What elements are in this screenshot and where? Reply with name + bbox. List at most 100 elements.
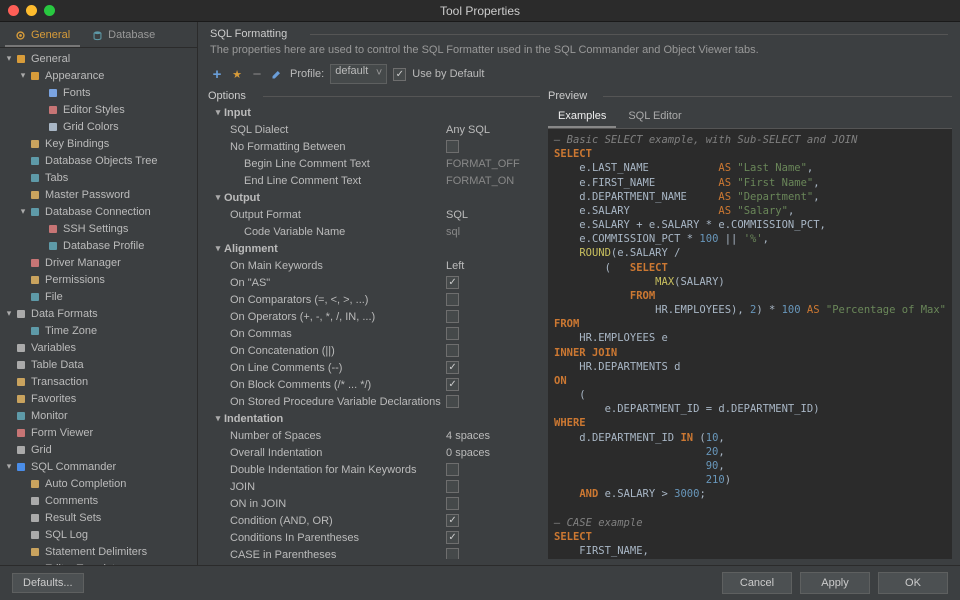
- option-value[interactable]: Left: [446, 260, 536, 272]
- option-checkbox[interactable]: [446, 140, 459, 153]
- tree-item[interactable]: Master Password: [0, 186, 197, 203]
- star-icon[interactable]: ★: [230, 67, 244, 81]
- option-checkbox[interactable]: [446, 480, 459, 493]
- option-value[interactable]: 0 spaces: [446, 447, 536, 459]
- tree-item[interactable]: Auto Completion: [0, 475, 197, 492]
- remove-icon[interactable]: −: [250, 67, 264, 81]
- option-row[interactable]: ON in JOIN: [208, 495, 540, 512]
- option-value[interactable]: FORMAT_ON: [446, 175, 536, 187]
- option-row[interactable]: End Line Comment TextFORMAT_ON: [208, 172, 540, 189]
- option-row[interactable]: SQL DialectAny SQL: [208, 121, 540, 138]
- option-row[interactable]: CASE in Parentheses: [208, 546, 540, 559]
- option-checkbox[interactable]: [446, 514, 459, 527]
- option-checkbox[interactable]: [446, 497, 459, 510]
- use-default-checkbox[interactable]: [393, 68, 406, 81]
- option-row[interactable]: Code Variable Namesql: [208, 223, 540, 240]
- minimize-icon[interactable]: [26, 5, 37, 16]
- option-row[interactable]: On Concatenation (||): [208, 342, 540, 359]
- cancel-button[interactable]: Cancel: [722, 572, 792, 594]
- settings-tree[interactable]: ▾General▾AppearanceFontsEditor StylesGri…: [0, 48, 197, 565]
- option-checkbox[interactable]: [446, 548, 459, 559]
- tree-item[interactable]: Grid Colors: [0, 118, 197, 135]
- tree-item[interactable]: Form Viewer: [0, 424, 197, 441]
- option-value[interactable]: Any SQL: [446, 124, 536, 136]
- profile-select[interactable]: default: [330, 64, 387, 84]
- tree-item[interactable]: Driver Manager: [0, 254, 197, 271]
- sql-preview[interactable]: — Basic SELECT example, with Sub-SELECT …: [548, 129, 952, 559]
- chevron-down-icon[interactable]: ▾: [212, 192, 224, 203]
- tree-item[interactable]: ▾General: [0, 50, 197, 67]
- tree-item[interactable]: Result Sets: [0, 509, 197, 526]
- option-row[interactable]: Condition (AND, OR): [208, 512, 540, 529]
- tree-item[interactable]: File: [0, 288, 197, 305]
- option-checkbox[interactable]: [446, 463, 459, 476]
- option-row[interactable]: On Comparators (=, <, >, ...): [208, 291, 540, 308]
- option-row[interactable]: ▾Output: [208, 189, 540, 206]
- option-row[interactable]: ▾Input: [208, 104, 540, 121]
- option-value[interactable]: SQL: [446, 209, 536, 221]
- chevron-down-icon[interactable]: ▾: [212, 413, 224, 424]
- tree-item[interactable]: Time Zone: [0, 322, 197, 339]
- option-row[interactable]: ▾Alignment: [208, 240, 540, 257]
- expand-arrow-icon[interactable]: ▾: [18, 70, 28, 81]
- close-icon[interactable]: [8, 5, 19, 16]
- tree-item[interactable]: Tabs: [0, 169, 197, 186]
- option-checkbox[interactable]: [446, 361, 459, 374]
- zoom-icon[interactable]: [44, 5, 55, 16]
- option-row[interactable]: No Formatting Between: [208, 138, 540, 155]
- option-row[interactable]: On Operators (+, -, *, /, IN, ...): [208, 308, 540, 325]
- tree-item[interactable]: Database Profile: [0, 237, 197, 254]
- add-icon[interactable]: +: [210, 67, 224, 81]
- tree-item[interactable]: ▾SQL Commander: [0, 458, 197, 475]
- chevron-down-icon[interactable]: ▾: [212, 107, 224, 118]
- defaults-button[interactable]: Defaults...: [12, 573, 84, 593]
- tree-item[interactable]: Transaction: [0, 373, 197, 390]
- tree-item[interactable]: Table Data: [0, 356, 197, 373]
- tree-item[interactable]: Monitor: [0, 407, 197, 424]
- option-row[interactable]: Conditions In Parentheses: [208, 529, 540, 546]
- option-row[interactable]: Begin Line Comment TextFORMAT_OFF: [208, 155, 540, 172]
- option-value[interactable]: sql: [446, 226, 536, 238]
- options-list[interactable]: ▾InputSQL DialectAny SQLNo Formatting Be…: [208, 104, 540, 559]
- option-checkbox[interactable]: [446, 276, 459, 289]
- option-checkbox[interactable]: [446, 293, 459, 306]
- tree-item[interactable]: Variables: [0, 339, 197, 356]
- option-row[interactable]: Number of Spaces4 spaces: [208, 427, 540, 444]
- edit-icon[interactable]: [270, 67, 284, 81]
- option-value[interactable]: 4 spaces: [446, 430, 536, 442]
- option-row[interactable]: On "AS": [208, 274, 540, 291]
- tree-item[interactable]: Statement Delimiters: [0, 543, 197, 560]
- option-checkbox[interactable]: [446, 310, 459, 323]
- tab-database[interactable]: Database: [82, 25, 165, 47]
- chevron-down-icon[interactable]: ▾: [212, 243, 224, 254]
- tree-item[interactable]: Comments: [0, 492, 197, 509]
- tree-item[interactable]: Favorites: [0, 390, 197, 407]
- option-row[interactable]: On Main KeywordsLeft: [208, 257, 540, 274]
- expand-arrow-icon[interactable]: ▾: [4, 461, 14, 472]
- tab-examples[interactable]: Examples: [548, 106, 616, 128]
- option-value[interactable]: FORMAT_OFF: [446, 158, 536, 170]
- option-row[interactable]: On Line Comments (--): [208, 359, 540, 376]
- tab-sql-editor[interactable]: SQL Editor: [618, 106, 691, 128]
- option-checkbox[interactable]: [446, 531, 459, 544]
- option-row[interactable]: On Block Comments (/* ... */): [208, 376, 540, 393]
- option-checkbox[interactable]: [446, 344, 459, 357]
- tree-item[interactable]: Permissions: [0, 271, 197, 288]
- option-row[interactable]: On Stored Procedure Variable Declaration…: [208, 393, 540, 410]
- option-row[interactable]: On Commas: [208, 325, 540, 342]
- option-checkbox[interactable]: [446, 395, 459, 408]
- tab-general[interactable]: General: [5, 25, 80, 47]
- tree-item[interactable]: Database Objects Tree: [0, 152, 197, 169]
- option-checkbox[interactable]: [446, 378, 459, 391]
- option-row[interactable]: Output FormatSQL: [208, 206, 540, 223]
- expand-arrow-icon[interactable]: ▾: [4, 308, 14, 319]
- apply-button[interactable]: Apply: [800, 572, 870, 594]
- tree-item[interactable]: ▾Data Formats: [0, 305, 197, 322]
- tree-item[interactable]: Grid: [0, 441, 197, 458]
- option-row[interactable]: JOIN: [208, 478, 540, 495]
- option-row[interactable]: Overall Indentation0 spaces: [208, 444, 540, 461]
- tree-item[interactable]: SSH Settings: [0, 220, 197, 237]
- option-checkbox[interactable]: [446, 327, 459, 340]
- tree-item[interactable]: SQL Log: [0, 526, 197, 543]
- tree-item[interactable]: ▾Appearance: [0, 67, 197, 84]
